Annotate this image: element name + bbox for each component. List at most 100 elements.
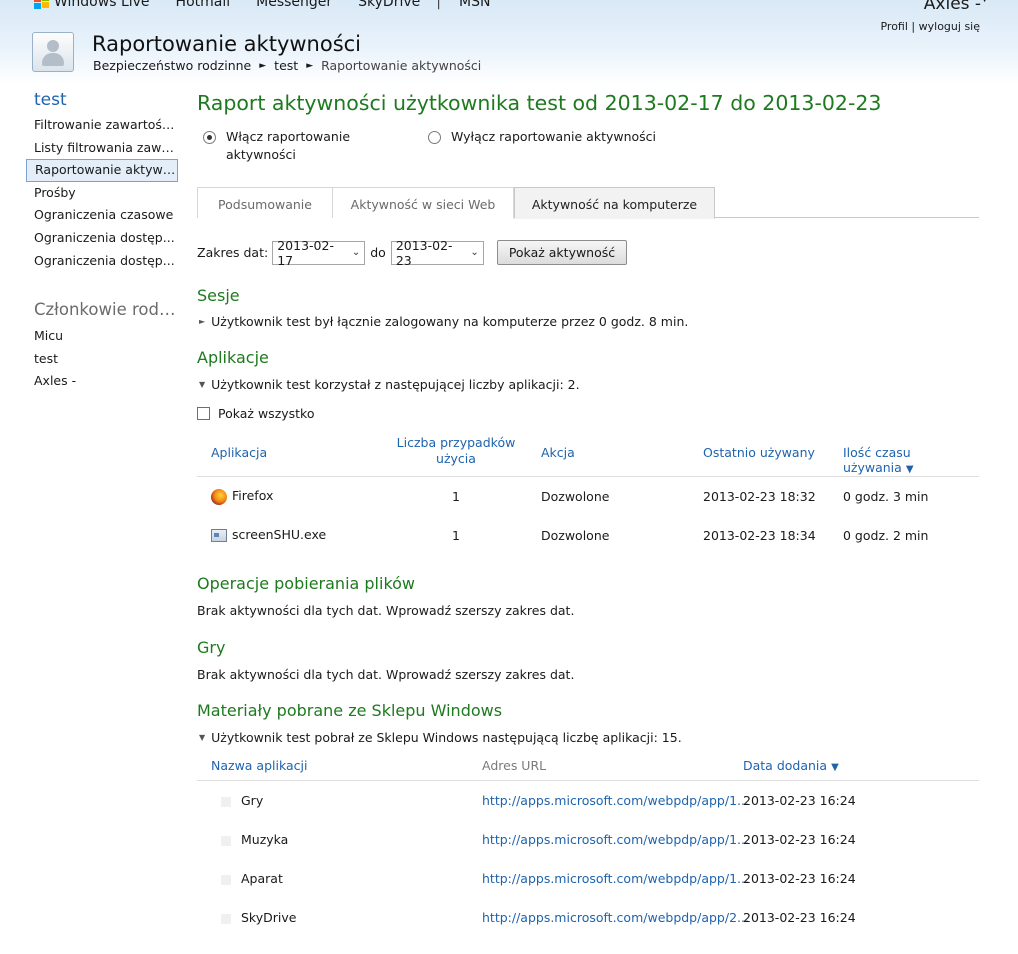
- user-menu[interactable]: Axles -▼: [924, 0, 988, 14]
- store-date-cell: 2013-02-23 16:24: [743, 793, 856, 808]
- profile-link[interactable]: Profil: [880, 20, 907, 33]
- date-range-row: Zakres dat: 2013-02-17 ⌄ do 2013-02-23 ⌄…: [197, 237, 628, 268]
- nav-skydrive[interactable]: SkyDrive: [358, 0, 420, 10]
- store-heading: Materiały pobrane ze Sklepu Windows: [197, 701, 503, 720]
- radio-disable-label: Wyłącz raportowanie aktywności: [451, 129, 657, 144]
- count-cell: 1: [452, 528, 460, 543]
- sidebar-item-content-filtering[interactable]: Filtrowanie zawartości...: [26, 114, 178, 137]
- store-date-cell: 2013-02-23 16:24: [743, 910, 856, 925]
- store-app-name: Gry: [241, 793, 264, 808]
- sessions-heading: Sesje: [197, 286, 240, 305]
- apps-summary[interactable]: ▼ Użytkownik test korzystał z następując…: [199, 377, 580, 392]
- last-used-cell: 2013-02-23 18:34: [703, 528, 816, 543]
- member-axles[interactable]: Axles -: [26, 370, 178, 393]
- col-time[interactable]: Ilość czasu używania ▼: [843, 445, 979, 475]
- date-range-label: Zakres dat:: [197, 245, 269, 260]
- header: Windows Live Hotmail Messenger SkyDrive …: [0, 0, 1018, 84]
- user-name: Axles -: [923, 0, 982, 14]
- show-all-label: Pokaż wszystko: [218, 406, 315, 421]
- store-date-cell: 2013-02-23 16:24: [743, 871, 856, 886]
- tab-web-activity[interactable]: Aktywność w sieci Web: [333, 187, 514, 218]
- chevron-down-icon: ⌄: [351, 247, 361, 258]
- date-from-select[interactable]: 2013-02-17 ⌄: [272, 238, 366, 268]
- radio-unselected-icon[interactable]: [428, 131, 441, 144]
- nav-separator: |: [436, 0, 441, 10]
- col-date-added[interactable]: Data dodania ▼: [743, 758, 839, 773]
- store-app-cell: Gry: [221, 793, 263, 808]
- action-cell: Dozwolone: [541, 528, 610, 543]
- top-nav: Windows Live Hotmail Messenger SkyDrive …: [34, 0, 516, 10]
- show-all-checkbox[interactable]: [197, 407, 210, 420]
- member-test[interactable]: test: [26, 348, 178, 371]
- app-name: screenSHU.exe: [232, 527, 327, 542]
- store-url-link[interactable]: http://apps.microsoft.com/webpdp/app/1..…: [482, 871, 749, 886]
- sidebar-item-requests[interactable]: Prośby: [26, 182, 178, 205]
- col-date-added-label: Data dodania: [743, 758, 828, 773]
- caret-down-icon: ▼: [981, 0, 988, 4]
- col-app-name[interactable]: Nazwa aplikacji: [211, 758, 307, 773]
- action-cell: Dozwolone: [541, 489, 610, 504]
- activity-tabs: Podsumowanie Aktywność w sieci Web Aktyw…: [197, 187, 979, 219]
- table-divider: [197, 476, 979, 477]
- user-links-separator: |: [911, 20, 916, 33]
- breadcrumb-current: Raportowanie aktywności: [321, 58, 482, 73]
- games-heading: Gry: [197, 638, 226, 657]
- radio-disable-reporting[interactable]: Wyłącz raportowanie aktywności: [428, 128, 711, 164]
- app-name: Firefox: [232, 488, 274, 503]
- store-app-cell: Muzyka: [221, 832, 288, 847]
- breadcrumb-family-safety[interactable]: Bezpieczeństwo rodzinne: [93, 58, 251, 73]
- nav-messenger[interactable]: Messenger: [256, 0, 332, 10]
- app-tile-icon: [221, 796, 231, 807]
- tab-computer-activity[interactable]: Aktywność na komputerze: [514, 187, 715, 219]
- collapse-arrow-icon[interactable]: ▼: [199, 380, 205, 389]
- brand-name: Windows Live: [54, 0, 150, 10]
- expand-arrow-icon[interactable]: ►: [199, 317, 205, 326]
- nav-hotmail[interactable]: Hotmail: [176, 0, 231, 10]
- show-activity-button[interactable]: Pokaż aktywność: [496, 240, 628, 265]
- collapse-arrow-icon[interactable]: ▼: [199, 733, 205, 742]
- breadcrumb-arrow-icon: ►: [306, 60, 314, 71]
- nav-msn[interactable]: MSN: [459, 0, 490, 10]
- radio-enable-label: Włącz raportowanie aktywności: [226, 129, 351, 162]
- date-to-select[interactable]: 2013-02-23 ⌄: [390, 237, 484, 268]
- app-tile-icon: [221, 835, 231, 846]
- sidebar-item-access-limits-2[interactable]: Ograniczenia dostęp...: [26, 250, 178, 273]
- store-url-link[interactable]: http://apps.microsoft.com/webpdp/app/1..…: [482, 793, 749, 808]
- time-cell: 0 godz. 3 min: [843, 489, 929, 504]
- firefox-icon: [211, 488, 227, 505]
- downloads-heading: Operacje pobierania plików: [197, 574, 416, 593]
- application-window-icon: [211, 529, 227, 542]
- radio-selected-icon[interactable]: [203, 131, 216, 144]
- store-app-cell: SkyDrive: [221, 910, 296, 925]
- member-micu[interactable]: Micu: [26, 325, 178, 348]
- date-to-value: 2013-02-23: [395, 237, 453, 268]
- sidebar-item-activity-reporting[interactable]: Raportowanie aktywn...: [26, 159, 178, 182]
- breadcrumb-user[interactable]: test: [274, 58, 298, 73]
- sessions-summary[interactable]: ► Użytkownik test był łącznie zalogowany…: [199, 314, 688, 329]
- reporting-toggle: Włącz raportowanie aktywności Wyłącz rap…: [203, 128, 711, 164]
- tab-summary[interactable]: Podsumowanie: [197, 187, 333, 218]
- store-url-link[interactable]: http://apps.microsoft.com/webpdp/app/2..…: [482, 910, 749, 925]
- logout-link[interactable]: wyloguj się: [919, 20, 980, 33]
- sidebar-item-time-limits[interactable]: Ograniczenia czasowe: [26, 204, 178, 227]
- breadcrumb: Bezpieczeństwo rodzinne ► test ► Raporto…: [93, 58, 481, 73]
- sessions-text: Użytkownik test był łącznie zalogowany n…: [211, 314, 689, 329]
- apps-heading: Aplikacje: [197, 348, 269, 367]
- radio-enable-reporting[interactable]: Włącz raportowanie aktywności: [203, 128, 366, 164]
- sidebar: test Filtrowanie zawartości... Listy fil…: [26, 90, 178, 393]
- col-last-used[interactable]: Ostatnio używany: [703, 445, 815, 460]
- sidebar-item-filter-lists[interactable]: Listy filtrowania zawar...: [26, 137, 178, 160]
- show-all-checkbox-row[interactable]: Pokaż wszystko: [197, 406, 315, 421]
- col-app[interactable]: Aplikacja: [211, 445, 267, 460]
- sort-desc-icon: ▼: [831, 762, 839, 773]
- chevron-down-icon: ⌄: [470, 247, 479, 258]
- col-count[interactable]: Liczba przypadków użycia: [394, 435, 518, 467]
- store-url-link[interactable]: http://apps.microsoft.com/webpdp/app/1..…: [482, 832, 749, 847]
- windows-live-logo[interactable]: Windows Live: [34, 0, 150, 10]
- family-members-heading: Członkowie rodz...: [34, 300, 178, 320]
- col-action[interactable]: Akcja: [541, 445, 575, 460]
- sidebar-item-access-limits-1[interactable]: Ograniczenia dostęp...: [26, 227, 178, 250]
- store-summary[interactable]: ▼ Użytkownik test pobrał ze Sklepu Windo…: [199, 730, 682, 745]
- col-url[interactable]: Adres URL: [482, 758, 546, 773]
- sidebar-user-heading[interactable]: test: [26, 90, 178, 110]
